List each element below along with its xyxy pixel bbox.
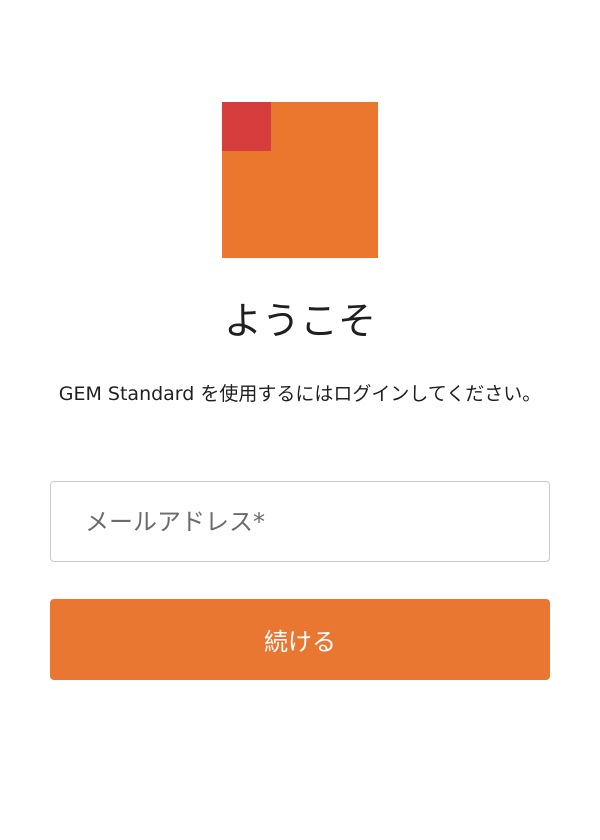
email-field-container [50,481,550,562]
page-title: ようこそ [223,299,376,343]
brand-logo [222,102,378,258]
logo-accent-square [222,102,271,151]
continue-button[interactable]: 続ける [50,599,550,680]
email-input[interactable] [51,482,549,561]
login-instructions: GEM Standard を使用するにはログインしてください。 [58,383,542,405]
